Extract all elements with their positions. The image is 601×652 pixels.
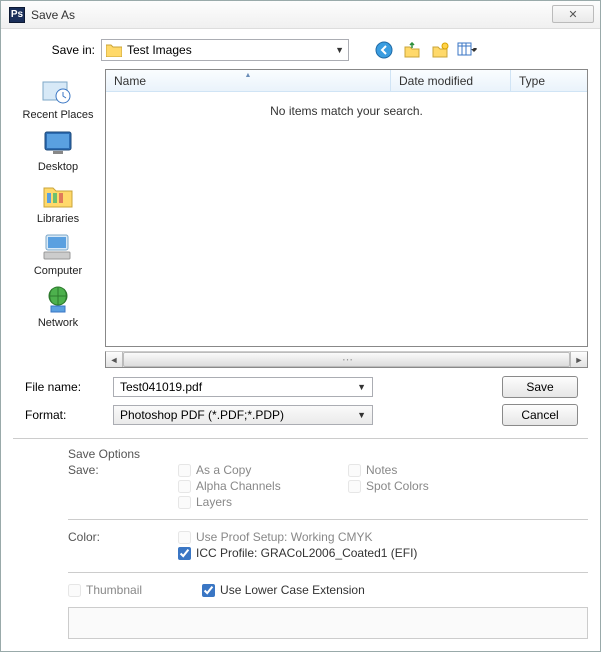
list-empty-message: No items match your search. <box>106 92 587 346</box>
new-folder-button[interactable] <box>429 39 451 61</box>
file-list[interactable]: Name Date modified Type No items match y… <box>105 69 588 347</box>
place-label: Network <box>38 317 78 329</box>
network-icon <box>40 283 76 315</box>
save-button[interactable]: Save <box>502 376 578 398</box>
computer-icon <box>40 231 76 263</box>
view-menu-button[interactable] <box>457 39 479 61</box>
alpha-channels-label: Alpha Channels <box>196 479 281 493</box>
save-in-label: Save in: <box>13 43 101 57</box>
lowercase-ext-checkbox[interactable] <box>202 584 215 597</box>
scroll-left-icon[interactable]: ◄ <box>106 352 123 367</box>
col-type[interactable]: Type <box>511 70 587 91</box>
place-computer[interactable]: Computer <box>18 231 98 277</box>
as-a-copy-label: As a Copy <box>196 463 251 477</box>
col-name[interactable]: Name <box>106 70 391 91</box>
col-date-modified[interactable]: Date modified <box>391 70 511 91</box>
up-one-level-button[interactable] <box>401 39 423 61</box>
format-label: Format: <box>13 408 113 422</box>
icc-profile-checkbox[interactable] <box>178 547 191 560</box>
use-proof-setup-checkbox <box>178 531 191 544</box>
thumbnail-label: Thumbnail <box>86 583 142 597</box>
list-header: Name Date modified Type <box>106 70 587 92</box>
recent-places-icon <box>40 75 76 107</box>
dropdown-arrow-icon: ▼ <box>357 382 366 392</box>
save-in-folder-name: Test Images <box>127 43 192 57</box>
icc-profile-label: ICC Profile: GRACoL2006_Coated1 (EFI) <box>196 546 417 560</box>
save-in-dropdown[interactable]: Test Images ▼ <box>101 39 349 61</box>
as-a-copy-checkbox <box>178 464 191 477</box>
place-label: Computer <box>34 265 82 277</box>
spot-colors-checkbox <box>348 480 361 493</box>
back-button[interactable] <box>373 39 395 61</box>
scroll-thumb[interactable] <box>123 352 570 367</box>
notes-checkbox <box>348 464 361 477</box>
filename-label: File name: <box>13 380 113 394</box>
notes-label: Notes <box>366 463 397 477</box>
filename-input[interactable]: Test041019.pdf ▼ <box>113 377 373 397</box>
place-label: Libraries <box>37 213 79 225</box>
use-proof-setup-label: Use Proof Setup: Working CMYK <box>196 530 373 544</box>
save-as-dialog: Ps Save As ✕ Save in: Test Images ▼ <box>0 0 601 652</box>
titlebar: Ps Save As ✕ <box>1 1 600 29</box>
dropdown-arrow-icon: ▼ <box>357 410 366 420</box>
place-libraries[interactable]: Libraries <box>18 179 98 225</box>
lowercase-ext-label: Use Lower Case Extension <box>220 583 365 597</box>
spot-colors-label: Spot Colors <box>366 479 429 493</box>
horizontal-scrollbar[interactable]: ◄ ► <box>105 351 588 368</box>
place-desktop[interactable]: Desktop <box>18 127 98 173</box>
scroll-right-icon[interactable]: ► <box>570 352 587 367</box>
libraries-icon <box>40 179 76 211</box>
dropdown-arrow-icon: ▼ <box>335 45 344 55</box>
folder-icon <box>106 43 122 57</box>
window-title: Save As <box>31 8 75 22</box>
layers-checkbox <box>178 496 191 509</box>
thumbnail-checkbox <box>68 584 81 597</box>
alpha-channels-checkbox <box>178 480 191 493</box>
place-label: Desktop <box>38 161 78 173</box>
format-dropdown[interactable]: Photoshop PDF (*.PDF;*.PDP) ▼ <box>113 405 373 425</box>
save-options-header: Save Options <box>68 447 588 461</box>
filename-value: Test041019.pdf <box>120 380 202 394</box>
places-bar: Recent Places Desktop Libraries <box>13 69 103 347</box>
close-button[interactable]: ✕ <box>552 5 594 23</box>
status-area <box>68 607 588 639</box>
cancel-button[interactable]: Cancel <box>502 404 578 426</box>
color-label: Color: <box>68 530 178 562</box>
desktop-icon <box>40 127 76 159</box>
place-label: Recent Places <box>23 109 94 121</box>
format-value: Photoshop PDF (*.PDF;*.PDP) <box>120 408 284 422</box>
layers-label: Layers <box>196 495 232 509</box>
place-network[interactable]: Network <box>18 283 98 329</box>
save-label: Save: <box>68 463 178 509</box>
place-recent[interactable]: Recent Places <box>18 75 98 121</box>
photoshop-icon: Ps <box>9 7 25 23</box>
